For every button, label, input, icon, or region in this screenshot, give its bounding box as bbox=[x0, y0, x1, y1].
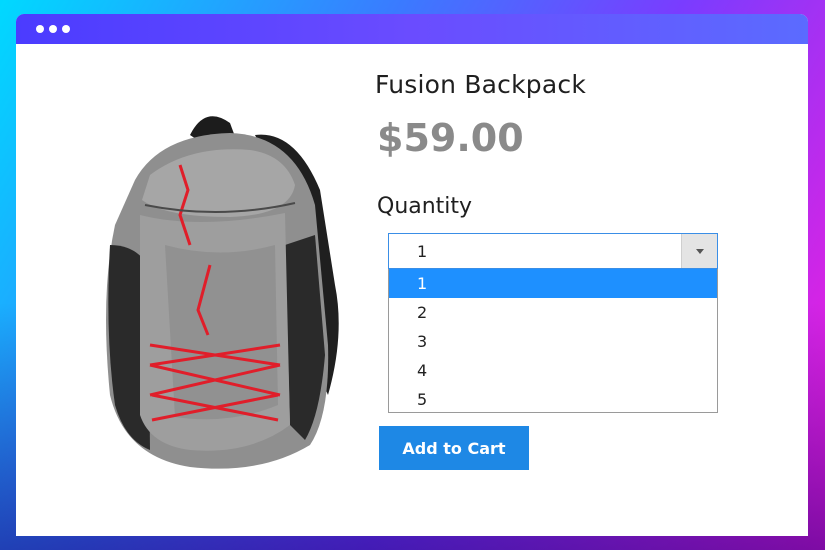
quantity-select[interactable]: 1 bbox=[388, 233, 718, 269]
product-price: $59.00 bbox=[377, 116, 524, 160]
window-dot-icon bbox=[49, 25, 57, 33]
window-dot-icon bbox=[36, 25, 44, 33]
product-title: Fusion Backpack bbox=[375, 70, 587, 99]
quantity-option[interactable]: 1 bbox=[389, 269, 717, 298]
quantity-label: Quantity bbox=[377, 194, 473, 219]
quantity-dropdown: 1 2 3 4 5 bbox=[388, 269, 718, 413]
quantity-option[interactable]: 2 bbox=[389, 298, 717, 327]
quantity-option[interactable]: 4 bbox=[389, 356, 717, 385]
chevron-down-icon[interactable] bbox=[681, 234, 717, 268]
window-dot-icon bbox=[62, 25, 70, 33]
add-to-cart-button[interactable]: Add to Cart bbox=[379, 426, 529, 470]
quantity-option[interactable]: 5 bbox=[389, 385, 717, 414]
backpack-image bbox=[106, 116, 339, 469]
quantity-select-value: 1 bbox=[417, 241, 428, 261]
window-titlebar bbox=[16, 14, 808, 44]
quantity-option[interactable]: 3 bbox=[389, 327, 717, 356]
